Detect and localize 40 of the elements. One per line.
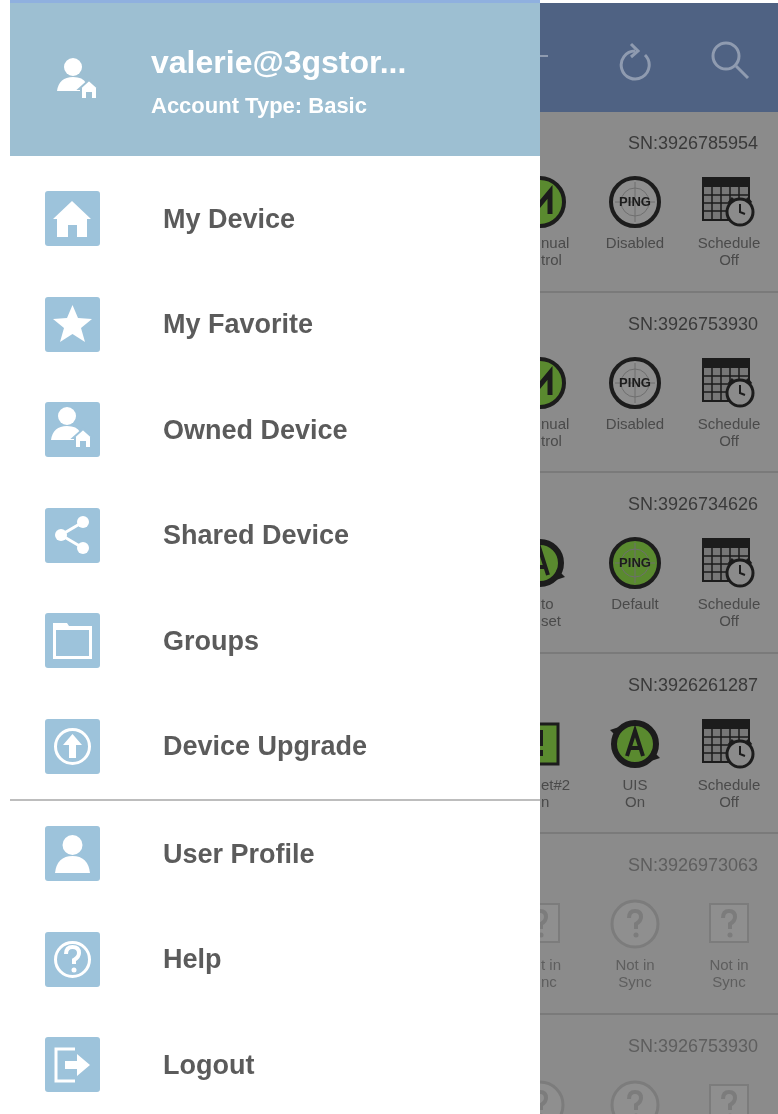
user-house-icon [45, 402, 100, 458]
control-status: Schedule Off [697, 234, 761, 268]
serial-number: SN:3926261287 [627, 673, 758, 696]
control-status: et#2 n [540, 775, 571, 810]
user-icon [45, 826, 100, 882]
manual-icon[interactable] [540, 356, 568, 409]
menu-item[interactable]: Device Upgrade [0, 693, 540, 799]
control-status: Disabled [605, 234, 665, 251]
logout-icon [45, 1037, 100, 1093]
menu-item[interactable]: Groups [0, 588, 540, 694]
menu-item[interactable]: Logout [0, 1012, 540, 1114]
account-type: Account Type: Basic [151, 93, 368, 119]
menu-item[interactable]: My Favorite [0, 271, 540, 377]
home-icon [45, 191, 100, 247]
control-status: nual trol [540, 234, 570, 268]
menu-item[interactable]: Owned Device [0, 377, 540, 483]
manual-icon[interactable] [540, 176, 568, 228]
control-status: to set [540, 595, 561, 629]
menu-item[interactable]: Help [0, 906, 540, 1012]
share-icon [45, 507, 100, 563]
upgrade-icon [45, 718, 100, 774]
ping-label: PING [618, 193, 652, 210]
control-status: Disabled [605, 414, 665, 432]
control-status: Default [611, 595, 659, 612]
control-status: nual trol [540, 414, 570, 449]
control-status: Schedule Off [697, 414, 761, 449]
folder-icon [45, 613, 100, 669]
help-icon [45, 931, 100, 987]
serial-number: SN:3926734626 [627, 493, 758, 515]
control-status: UIS On [622, 775, 648, 810]
menu-item[interactable]: Shared Device [0, 482, 540, 588]
serial-number: SN:3926753930 [627, 312, 758, 335]
control-status: Schedule Off [697, 595, 761, 629]
menu-item[interactable]: My Device [0, 166, 540, 272]
control-status: Schedule Off [697, 775, 761, 810]
account-email: valerie@3gstor... [151, 43, 407, 81]
ping-label: PING [618, 554, 652, 571]
menu-item[interactable]: User Profile [0, 801, 540, 907]
serial-number: SN:3926785954 [627, 132, 758, 154]
ping-label: PING [618, 373, 652, 391]
